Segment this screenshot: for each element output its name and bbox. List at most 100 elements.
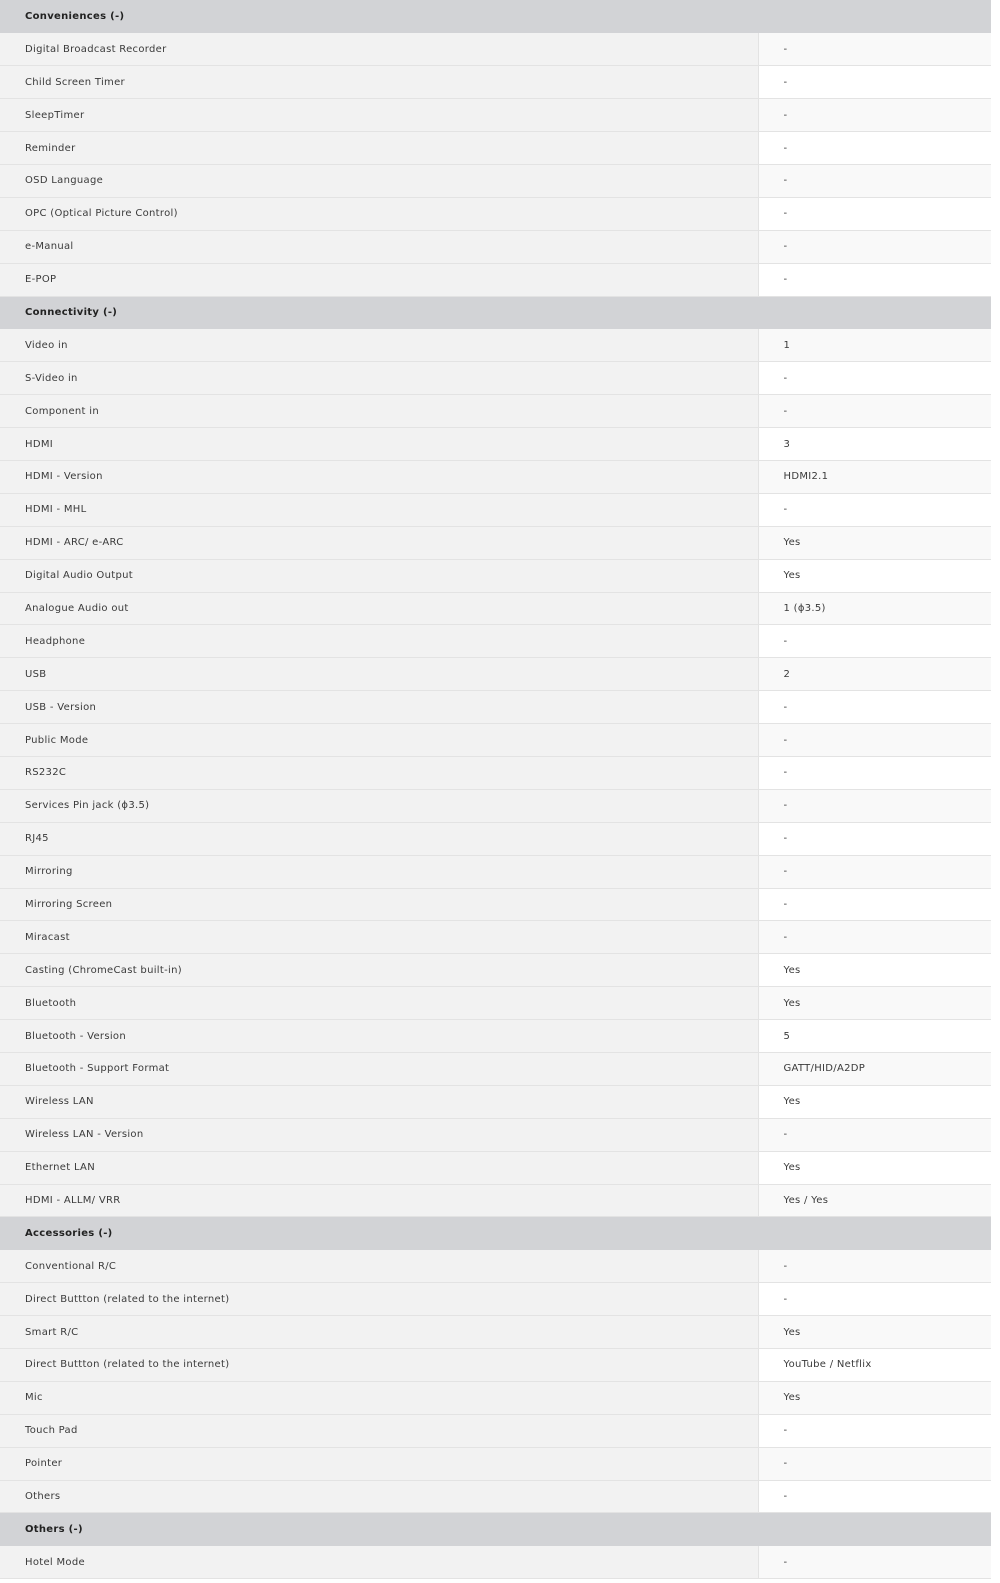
table-row: RS232C -: [0, 756, 991, 790]
spec-value: -: [758, 1414, 991, 1448]
spec-value: GATT/HID/A2DP: [758, 1052, 991, 1086]
spec-value: -: [758, 723, 991, 757]
section-title[interactable]: Connectivity (-): [0, 296, 991, 330]
table-row: USB 2: [0, 657, 991, 692]
spec-label: Services Pin jack (ϕ3.5): [0, 789, 759, 823]
spec-table-body: Conveniences (-) Digital Broadcast Record…: [0, 0, 991, 1580]
spec-label: Ethernet LAN: [0, 1151, 759, 1185]
table-row: Headphone -: [0, 624, 991, 659]
table-row: Casting (ChromeCast built-in) Yes: [0, 953, 991, 988]
section-header-accessories[interactable]: Accessories (-): [0, 1216, 991, 1251]
spec-label: Video in: [0, 328, 759, 363]
spec-label: Direct Buttton (related to the internet): [0, 1348, 759, 1382]
spec-value: -: [758, 789, 991, 823]
table-row: Mirroring -: [0, 855, 991, 889]
table-row: e-Manual -: [0, 230, 991, 264]
table-row: Ethernet LAN Yes: [0, 1151, 991, 1185]
spec-value: -: [758, 131, 991, 165]
table-row: HDMI 3: [0, 427, 991, 461]
spec-label: Component in: [0, 394, 759, 429]
table-row: USB - Version -: [0, 690, 991, 725]
spec-value: -: [758, 855, 991, 889]
spec-value: 1 (ϕ3.5): [758, 592, 991, 626]
spec-label: Bluetooth - Support Format: [0, 1052, 759, 1086]
section-header-connectivity[interactable]: Connectivity (-): [0, 296, 991, 330]
spec-label: Digital Audio Output: [0, 559, 759, 593]
spec-label: Digital Broadcast Recorder: [0, 32, 759, 67]
table-row: HDMI - ARC/ e-ARC Yes: [0, 526, 991, 560]
spec-value: -: [758, 756, 991, 790]
spec-label: OSD Language: [0, 164, 759, 198]
spec-value: -: [758, 32, 991, 67]
table-row: Bluetooth Yes: [0, 986, 991, 1021]
table-row: Wireless LAN Yes: [0, 1085, 991, 1119]
spec-value: Yes: [758, 1381, 991, 1415]
spec-label: Public Mode: [0, 723, 759, 757]
spec-label: SleepTimer: [0, 98, 759, 133]
spec-value: -: [758, 920, 991, 955]
spec-value: Yes: [758, 1315, 991, 1350]
spec-value: -: [758, 361, 991, 396]
spec-value: Yes: [758, 1151, 991, 1185]
table-row: Others -: [0, 1480, 991, 1514]
table-row: Services Pin jack (ϕ3.5) -: [0, 789, 991, 823]
spec-label: Conventional R/C: [0, 1249, 759, 1284]
table-row: Reminder -: [0, 131, 991, 165]
spec-value: Yes: [758, 526, 991, 560]
spec-value: -: [758, 822, 991, 856]
spec-label: Mirroring Screen: [0, 888, 759, 922]
spec-label: Wireless LAN: [0, 1085, 759, 1119]
table-row: Digital Broadcast Recorder -: [0, 32, 991, 67]
table-row: Digital Audio Output Yes: [0, 559, 991, 593]
spec-value: -: [758, 690, 991, 725]
spec-value: Yes / Yes: [758, 1184, 991, 1218]
spec-label: Touch Pad: [0, 1414, 759, 1448]
table-row: Public Mode -: [0, 723, 991, 757]
section-header-others[interactable]: Others (-): [0, 1512, 991, 1547]
table-row: S-Video in -: [0, 361, 991, 396]
table-row: Bluetooth - Support Format GATT/HID/A2DP: [0, 1052, 991, 1086]
spec-label: Direct Buttton (related to the internet): [0, 1282, 759, 1317]
table-row: OPC (Optical Picture Control) -: [0, 197, 991, 231]
spec-value: 2: [758, 657, 991, 692]
spec-label: Smart R/C: [0, 1315, 759, 1350]
spec-value: Yes: [758, 559, 991, 593]
spec-label: HDMI - Version: [0, 460, 759, 494]
spec-label: Mic: [0, 1381, 759, 1415]
table-row: Component in -: [0, 394, 991, 429]
spec-label: HDMI - ALLM/ VRR: [0, 1184, 759, 1218]
table-row: HDMI - Version HDMI2.1: [0, 460, 991, 494]
spec-value: -: [758, 230, 991, 264]
section-title[interactable]: Conveniences (-): [0, 0, 991, 34]
section-title[interactable]: Accessories (-): [0, 1216, 991, 1251]
spec-value: Yes: [758, 1085, 991, 1119]
table-row: Miracast -: [0, 920, 991, 955]
spec-value: 5: [758, 1019, 991, 1053]
section-header-conveniences[interactable]: Conveniences (-): [0, 0, 991, 34]
spec-value: -: [758, 624, 991, 659]
spec-label: RJ45: [0, 822, 759, 856]
spec-value: -: [758, 197, 991, 231]
spec-value: -: [758, 394, 991, 429]
spec-label: Miracast: [0, 920, 759, 955]
spec-label: USB: [0, 657, 759, 692]
spec-label: Others: [0, 1480, 759, 1514]
table-row: Wireless LAN - Version -: [0, 1118, 991, 1152]
spec-value: -: [758, 263, 991, 297]
spec-value: -: [758, 1447, 991, 1481]
table-row: Child Screen Timer -: [0, 65, 991, 100]
spec-label: Bluetooth - Version: [0, 1019, 759, 1053]
spec-value: HDMI2.1: [758, 460, 991, 494]
spec-value: -: [758, 493, 991, 527]
table-row: Analogue Audio out 1 (ϕ3.5): [0, 592, 991, 626]
spec-label: Mirroring: [0, 855, 759, 889]
table-row: Conventional R/C -: [0, 1249, 991, 1284]
spec-label: HDMI - MHL: [0, 493, 759, 527]
section-title[interactable]: Others (-): [0, 1512, 991, 1547]
spec-label: Headphone: [0, 624, 759, 659]
spec-label: RS232C: [0, 756, 759, 790]
table-row: RJ45-: [0, 822, 991, 856]
spec-value: -: [758, 98, 991, 133]
spec-label: USB - Version: [0, 690, 759, 725]
spec-value: -: [758, 164, 991, 198]
